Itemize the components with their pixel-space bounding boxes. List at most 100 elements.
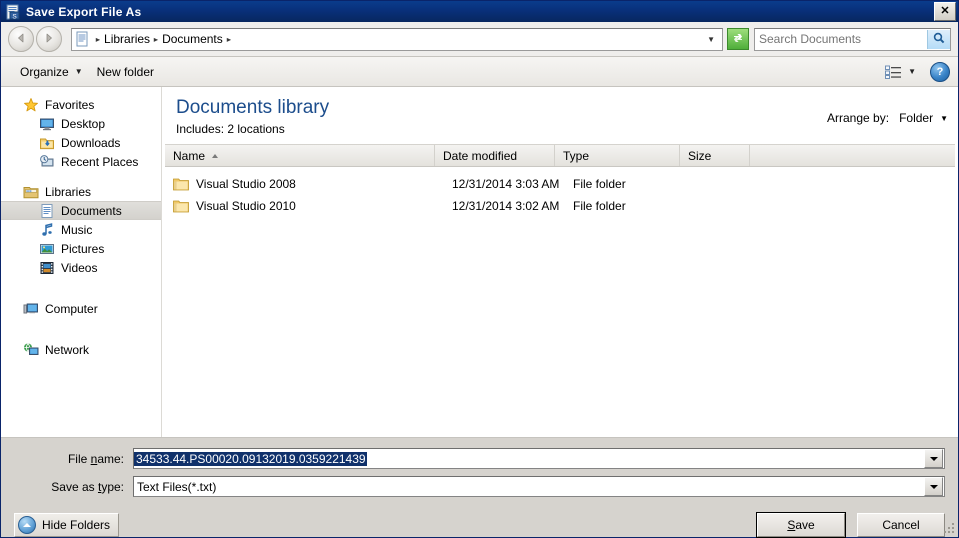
back-arrow-icon [14, 31, 28, 48]
address-history-caret-icon[interactable]: ▼ [704, 35, 720, 44]
table-row[interactable]: Visual Studio 2010 12/31/2014 3:02 AM Fi… [162, 195, 958, 217]
sidebar-group-libraries[interactable]: Libraries [1, 182, 161, 201]
desktop-icon [39, 116, 55, 132]
documents-icon [39, 203, 55, 219]
save-as-type-row: Save as type: Text Files(*.txt) [14, 476, 945, 497]
sidebar-group-favorites[interactable]: Favorites [1, 95, 161, 114]
library-header-text: Documents library Includes: 2 locations [176, 97, 329, 136]
sidebar-label-recent-places: Recent Places [61, 154, 139, 169]
sidebar-item-downloads[interactable]: Downloads [1, 133, 161, 152]
sidebar-label-libraries: Libraries [45, 184, 92, 199]
videos-icon [39, 260, 55, 276]
chevron-down-icon: ▼ [940, 113, 948, 123]
sidebar-item-music[interactable]: Music [1, 220, 161, 239]
cancel-button[interactable]: Cancel [857, 513, 945, 537]
file-name: Visual Studio 2010 [196, 199, 296, 213]
sidebar-item-pictures[interactable]: Pictures [1, 239, 161, 258]
file-name-label-post: ame: [97, 451, 124, 466]
breadcrumb-bar[interactable]: ▸ Libraries ▸ Documents ▸ ▼ [71, 27, 723, 51]
forward-button[interactable] [36, 26, 62, 52]
window-title: Save Export File As [26, 4, 142, 19]
sidebar-item-desktop[interactable]: Desktop [1, 114, 161, 133]
search-button[interactable] [927, 29, 950, 49]
up-triangle-icon [23, 523, 31, 527]
breadcrumb-item-documents[interactable]: Documents [159, 32, 226, 46]
save-as-type-label-pre: Save as [51, 479, 98, 494]
library-header: Documents library Includes: 2 locations … [162, 87, 958, 144]
sidebar-item-videos[interactable]: Videos [1, 258, 161, 277]
breadcrumb-separator: ▸ [153, 34, 159, 44]
new-folder-button[interactable]: New folder [90, 62, 161, 82]
file-type: File folder [573, 199, 626, 213]
column-header-size-label: Size [688, 148, 712, 163]
sidebar-item-network[interactable]: Network [1, 340, 161, 359]
sidebar-label-downloads: Downloads [61, 135, 121, 150]
file-name-row: File name: 34533.44.PS00020.09132019.035… [14, 448, 945, 469]
dialog-button-bar: Hide Folders Save Cancel [1, 504, 958, 538]
library-document-icon [75, 31, 90, 47]
save-button[interactable]: Save [756, 512, 846, 538]
help-button[interactable]: ? [930, 61, 950, 82]
column-header-name[interactable]: Name [165, 145, 435, 166]
save-as-type-dropdown-button[interactable] [924, 477, 943, 496]
column-header-filler [750, 145, 955, 166]
save-as-type-select[interactable]: Text Files(*.txt) [133, 476, 945, 497]
save-document-icon: S [5, 4, 21, 20]
close-icon: ✕ [940, 5, 950, 17]
chevron-down-icon [929, 456, 938, 461]
pictures-icon [39, 241, 55, 257]
sort-ascending-icon [212, 153, 219, 158]
search-box[interactable] [754, 27, 951, 51]
file-rows: Visual Studio 2008 12/31/2014 3:03 AM Fi… [162, 167, 958, 217]
sidebar-item-documents[interactable]: Documents [1, 201, 161, 220]
resize-grip[interactable] [943, 522, 956, 535]
column-header-type[interactable]: Type [555, 145, 680, 166]
file-name-dropdown-button[interactable] [924, 449, 943, 468]
computer-icon [23, 301, 39, 317]
dialog-body: Favorites Desktop Downloads Recent Place… [1, 87, 958, 438]
address-bar: ▸ Libraries ▸ Documents ▸ ▼ [1, 22, 958, 57]
library-subtitle: Includes: 2 locations [176, 122, 285, 136]
sidebar-label-desktop: Desktop [61, 116, 106, 131]
close-button[interactable]: ✕ [934, 2, 956, 21]
collapse-up-icon [18, 516, 36, 534]
file-list-pane: Documents library Includes: 2 locations … [162, 87, 958, 437]
column-header-date-label: Date modified [443, 148, 518, 163]
navigation-pane[interactable]: Favorites Desktop Downloads Recent Place… [1, 87, 162, 437]
magnifier-icon [932, 31, 946, 48]
column-header-date-modified[interactable]: Date modified [435, 145, 555, 166]
sidebar-label-documents: Documents [61, 203, 122, 218]
recent-places-icon [39, 154, 55, 170]
folder-icon [173, 199, 189, 213]
breadcrumb-separator[interactable]: ▸ [225, 35, 232, 44]
sidebar-item-computer[interactable]: Computer [1, 299, 161, 318]
chevron-down-icon: ▼ [908, 67, 916, 76]
sidebar-item-recent-places[interactable]: Recent Places [1, 152, 161, 171]
file-name-value-wrap[interactable]: 34533.44.PS00020.09132019.0359221439 [134, 451, 924, 466]
change-view-button[interactable]: ▼ [878, 62, 923, 82]
file-name-input[interactable]: 34533.44.PS00020.09132019.0359221439 [133, 448, 945, 469]
breadcrumb-item-libraries[interactable]: Libraries [101, 32, 153, 46]
organize-button[interactable]: Organize ▼ [13, 62, 90, 82]
save-as-type-value[interactable]: Text Files(*.txt) [134, 480, 924, 494]
sidebar-label-computer: Computer [45, 301, 98, 316]
table-row[interactable]: Visual Studio 2008 12/31/2014 3:03 AM Fi… [162, 173, 958, 195]
music-icon [39, 222, 55, 238]
back-button[interactable] [8, 26, 34, 52]
save-form: File name: 34533.44.PS00020.09132019.035… [1, 438, 958, 504]
search-input[interactable] [755, 32, 927, 46]
arrange-by-control[interactable]: Arrange by: Folder ▼ [827, 97, 958, 125]
file-name-value[interactable]: 34533.44.PS00020.09132019.0359221439 [134, 451, 367, 466]
title-bar: S Save Export File As ✕ [1, 1, 958, 22]
refresh-button[interactable] [727, 28, 749, 50]
downloads-icon [39, 135, 55, 151]
file-name-label-pre: File [67, 451, 91, 466]
column-header-size[interactable]: Size [680, 145, 750, 166]
save-export-file-as-dialog: S Save Export File As ✕ ▸ Libraries ▸ Do… [0, 0, 959, 538]
file-name: Visual Studio 2008 [196, 177, 296, 191]
forward-arrow-icon [42, 31, 56, 48]
hide-folders-button[interactable]: Hide Folders [14, 513, 120, 537]
sidebar-label-favorites: Favorites [45, 97, 95, 112]
